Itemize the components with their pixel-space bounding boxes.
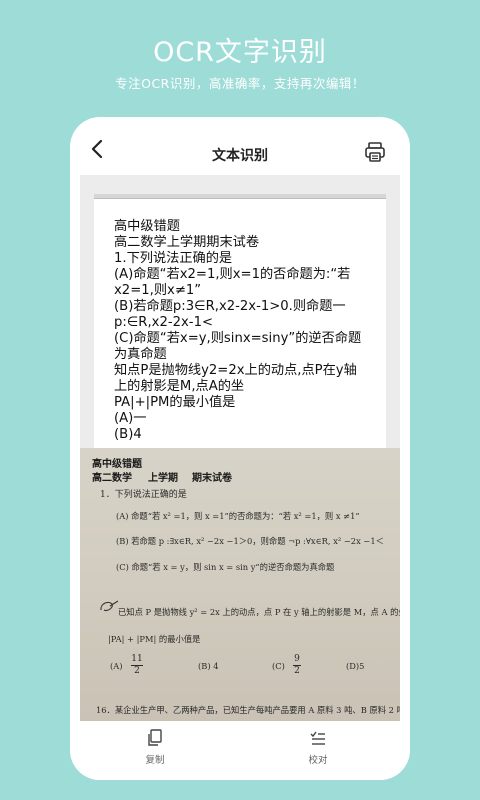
source-photo: 高中级错题 高二数学 上学期 期末试卷 1．下列说法正确的是 (A) 命题“若 … [80, 448, 400, 721]
copy-button[interactable]: 复制 [125, 729, 185, 774]
ocr-line: (A)一 [114, 411, 147, 426]
photo-question: |PA| + |PM| 的最小值是 [108, 634, 201, 644]
phone-screen: 文本识别 高中级错题 高二数学上学期期末试卷 1.下列说法正确的是 (A)命题“… [70, 117, 410, 780]
bottom-toolbar: 复制 校对 [70, 721, 410, 780]
photo-answer: (B) 4 [198, 661, 219, 671]
content-area: 高中级错题 高二数学上学期期末试卷 1.下列说法正确的是 (A)命题“若x2=1… [80, 175, 400, 721]
photo-subheader: 上学期 [148, 473, 178, 484]
ocr-line: (B)4 [114, 427, 142, 442]
copy-icon [148, 729, 162, 746]
ocr-line: 知点P是抛物线y2=2x上的动点,点P在y轴 [114, 363, 357, 378]
proofread-label: 校对 [308, 755, 328, 766]
proofread-button[interactable]: 校对 [288, 729, 348, 774]
hero-title: OCR文字识别 [153, 37, 327, 68]
ocr-line: (C)命题“若x=y,则sinx=siny”的逆否命题 [114, 331, 362, 346]
fraction-numerator: 11 [131, 654, 143, 664]
ocr-line: (B)若命题p:3∈R,x2-2x-1>0.则命题一 [114, 299, 346, 314]
pen-mark-icon [100, 600, 119, 611]
ocr-line: (A)命题“若x2=1,则x=1的否命题为:“若 [114, 267, 351, 282]
ocr-line: 为真命题 [114, 347, 167, 362]
photo-answer: (C) [272, 661, 285, 671]
copy-label: 复制 [145, 755, 165, 766]
photo-header: 高中级错题 [92, 459, 142, 470]
photo-answer: (D)5 [346, 661, 365, 671]
photo-subheader: 期末试卷 [192, 473, 232, 484]
checklist-icon [310, 731, 325, 745]
ocr-line: x2=1,则x≠1” [114, 283, 202, 298]
ocr-line: 1.下列说法正确的是 [114, 251, 233, 266]
fraction-numerator: 9 [294, 654, 300, 664]
fraction-denominator: 2 [294, 666, 300, 676]
photo-option: (B) 若命题 p :∃x∈R, x² −2x −1＞0，则命题 ¬p :∀x∈… [116, 536, 384, 546]
photo-question: 16．某企业生产甲、乙两种产品，已知生产每吨产品要用 A 原料 3 吨、B 原料… [96, 705, 400, 715]
ocr-text-panel[interactable]: 高中级错题 高二数学上学期期末试卷 1.下列说法正确的是 (A)命题“若x2=1… [94, 199, 386, 449]
ocr-line: p:∈R,x2-2x-1< [114, 315, 214, 330]
photo-option: (A) 命题“若 x² =1，则 x =1”的否命题为：“若 x² =1，则 x… [116, 511, 360, 521]
photo-question: 1．下列说法正确的是 [100, 490, 187, 500]
printer-icon[interactable] [364, 141, 386, 163]
photo-answer: (A) [110, 661, 123, 671]
ocr-line: PA|+|PM的最小值是 [114, 395, 236, 410]
ocr-line: 高二数学上学期期末试卷 [114, 235, 260, 250]
photo-question: 已知点 P 是抛物线 y² = 2x 上的动点，点 P 在 y 轴上的射影是 M… [118, 607, 400, 617]
photo-option: (C) 命题“若 x = y，则 sin x = sin y”的逆否命题为真命题 [116, 562, 335, 572]
hero-subtitle: 专注OCR识别，高准确率，支持再次编辑！ [115, 76, 365, 91]
photo-fraction: 11 2 [130, 654, 144, 677]
ocr-line: 上的射影是M,点A的坐 [114, 379, 245, 394]
ocr-line: 高中级错题 [114, 219, 180, 234]
photo-fraction: 9 2 [292, 654, 302, 677]
photo-subheader: 高二数学 [92, 473, 132, 484]
fraction-denominator: 2 [134, 666, 140, 676]
nav-bar: 文本识别 [70, 117, 410, 175]
page-title: 文本识别 [212, 148, 268, 164]
